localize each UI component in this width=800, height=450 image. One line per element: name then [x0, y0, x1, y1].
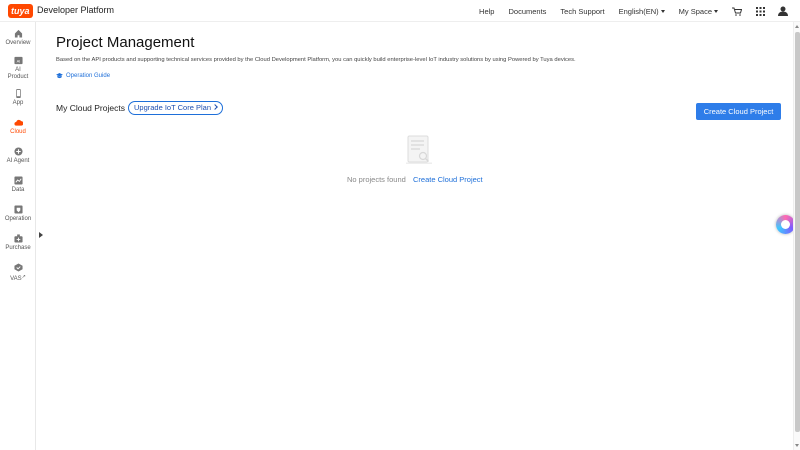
scroll-down-arrow-icon[interactable]: [795, 444, 799, 447]
sidebar: Overview AI AI Product App Cloud AI Agen…: [0, 22, 36, 450]
ai-product-icon: AI: [13, 56, 23, 65]
sidebar-item-label: Operation: [4, 216, 32, 222]
sidebar-item-purchase[interactable]: Purchase: [0, 234, 36, 252]
create-cloud-project-button[interactable]: Create Cloud Project: [696, 103, 781, 120]
sidebar-item-cloud[interactable]: Cloud: [0, 118, 36, 136]
sidebar-item-vas[interactable]: VAS↗: [0, 263, 36, 283]
scroll-up-arrow-icon[interactable]: [795, 25, 799, 28]
vas-icon: [13, 263, 23, 272]
empty-state-create-link[interactable]: Create Cloud Project: [413, 175, 483, 184]
help-link[interactable]: Help: [479, 7, 494, 16]
sidebar-item-label: AI Agent: [6, 158, 30, 164]
tuya-logo[interactable]: tuya: [8, 4, 33, 18]
top-bar: tuya Developer Platform Help Documents T…: [0, 0, 800, 22]
empty-state-text: No projects found: [347, 175, 406, 184]
sidebar-item-ai-agent[interactable]: AI Agent: [0, 147, 36, 165]
sidebar-item-data[interactable]: Data: [0, 176, 36, 194]
sidebar-item-label: Cloud: [10, 129, 26, 135]
external-link-icon: ↗: [21, 274, 26, 280]
documents-link[interactable]: Documents: [508, 7, 546, 16]
purchase-icon: [13, 234, 23, 243]
top-nav: Help Documents Tech Support English(EN) …: [479, 0, 800, 22]
cart-icon[interactable]: [732, 6, 742, 16]
brand-title[interactable]: Developer Platform: [37, 5, 114, 15]
vertical-scrollbar[interactable]: [793, 22, 800, 450]
sidebar-item-overview[interactable]: Overview: [0, 29, 36, 47]
phone-icon: [15, 89, 21, 98]
sidebar-item-label: App: [12, 100, 24, 106]
user-icon[interactable]: [778, 6, 788, 16]
tech-support-link[interactable]: Tech Support: [560, 7, 604, 16]
chart-icon: [13, 176, 23, 185]
empty-document-icon: [406, 135, 432, 164]
graduation-cap-icon: [56, 73, 63, 79]
sidebar-item-ai-product[interactable]: AI AI Product: [0, 56, 36, 81]
operation-guide-link[interactable]: Operation Guide: [56, 73, 110, 79]
page-description: Based on the API products and supporting…: [56, 57, 576, 63]
sidebar-expand-toggle[interactable]: [39, 232, 43, 238]
apps-grid-icon[interactable]: [755, 6, 765, 16]
operation-guide-label: Operation Guide: [66, 73, 111, 79]
svg-text:AI: AI: [16, 58, 20, 63]
upgrade-label: Upgrade IoT Core Plan: [134, 103, 211, 112]
chevron-right-icon: [212, 104, 218, 110]
sidebar-item-label: VAS: [10, 276, 22, 282]
sidebar-item-label: Data: [11, 187, 25, 193]
my-space-dropdown[interactable]: My Space: [679, 7, 718, 16]
agent-icon: [13, 147, 23, 156]
page-title: Project Management: [56, 34, 195, 51]
home-icon: [14, 29, 22, 38]
sidebar-item-operation[interactable]: Operation: [0, 205, 36, 223]
cloud-icon: [13, 119, 23, 126]
language-dropdown[interactable]: English(EN): [619, 7, 665, 16]
section-title: My Cloud Projects: [56, 103, 125, 113]
operation-icon: [13, 205, 23, 214]
scrollbar-thumb[interactable]: [795, 32, 800, 432]
sidebar-item-label: Overview: [5, 40, 31, 46]
sidebar-item-app[interactable]: App: [0, 89, 36, 107]
upgrade-iot-core-plan-button[interactable]: Upgrade IoT Core Plan: [128, 101, 223, 115]
sidebar-item-label: AI Product: [7, 67, 29, 80]
sidebar-item-label: Purchase: [5, 245, 31, 251]
